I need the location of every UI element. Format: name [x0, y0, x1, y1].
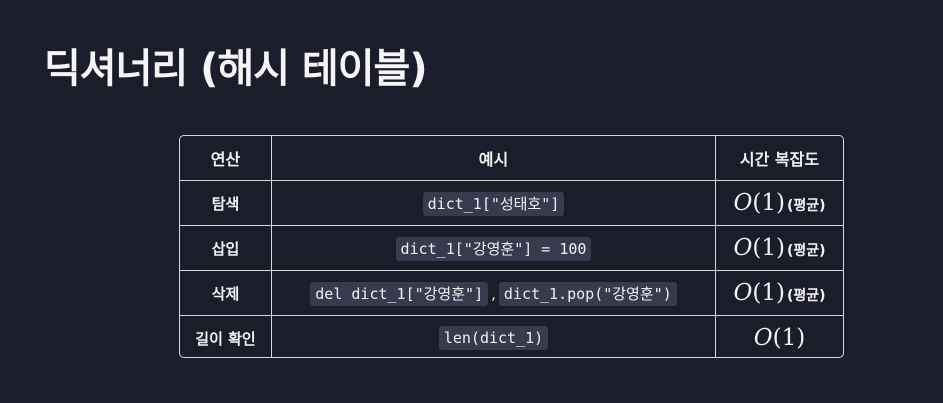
complexity-cell: O(1): [715, 315, 843, 357]
complexity-table: 연산 예시 시간 복잡도 탐색 dict_1["성태호"] O(1) (평균) 삽…: [179, 135, 844, 358]
header-example: 예시: [271, 136, 716, 181]
complexity-cell: O(1) (평균): [715, 270, 843, 316]
operation-cell: 탐색: [180, 180, 272, 226]
example-cell: len(dict_1): [271, 315, 716, 357]
complexity-cell: O(1) (평균): [715, 225, 843, 271]
code-snippet: dict_1["성태호"]: [422, 191, 565, 216]
complexity-note: (평균): [786, 288, 826, 304]
operation-cell: 삽입: [180, 225, 272, 271]
table-row: 길이 확인 len(dict_1) O(1): [180, 315, 843, 357]
complexity-note: (평균): [786, 198, 826, 214]
big-o-notation: O(1): [753, 325, 806, 351]
example-cell: dict_1["강영훈"] = 100: [271, 225, 716, 271]
example-cell: dict_1["성태호"]: [271, 180, 716, 226]
code-snippet: dict_1.pop("강영훈"): [498, 281, 677, 306]
big-o-notation: O(1): [733, 190, 785, 216]
code-snippet: len(dict_1): [438, 326, 549, 350]
operation-cell: 삭제: [180, 270, 272, 316]
example-separator: ,: [491, 284, 496, 303]
big-o-notation: O(1): [733, 280, 785, 306]
example-cell: del dict_1["강영훈"], dict_1.pop("강영훈"): [271, 270, 716, 316]
code-snippet: del dict_1["강영훈"]: [310, 281, 489, 306]
code-snippet: dict_1["강영훈"] = 100: [395, 236, 592, 261]
table-header-row: 연산 예시 시간 복잡도: [180, 136, 843, 181]
table-row: 삽입 dict_1["강영훈"] = 100 O(1) (평균): [180, 225, 843, 271]
complexity-cell: O(1) (평균): [715, 180, 843, 226]
table-row: 탐색 dict_1["성태호"] O(1) (평균): [180, 180, 843, 226]
operation-cell: 길이 확인: [180, 315, 272, 357]
table-row: 삭제 del dict_1["강영훈"], dict_1.pop("강영훈") O…: [180, 270, 843, 316]
header-complexity: 시간 복잡도: [715, 136, 843, 181]
page-title: 딕셔너리 (해시 테이블): [44, 46, 428, 92]
header-operation: 연산: [180, 136, 272, 181]
big-o-notation: O(1): [733, 235, 785, 261]
complexity-note: (평균): [786, 243, 826, 259]
